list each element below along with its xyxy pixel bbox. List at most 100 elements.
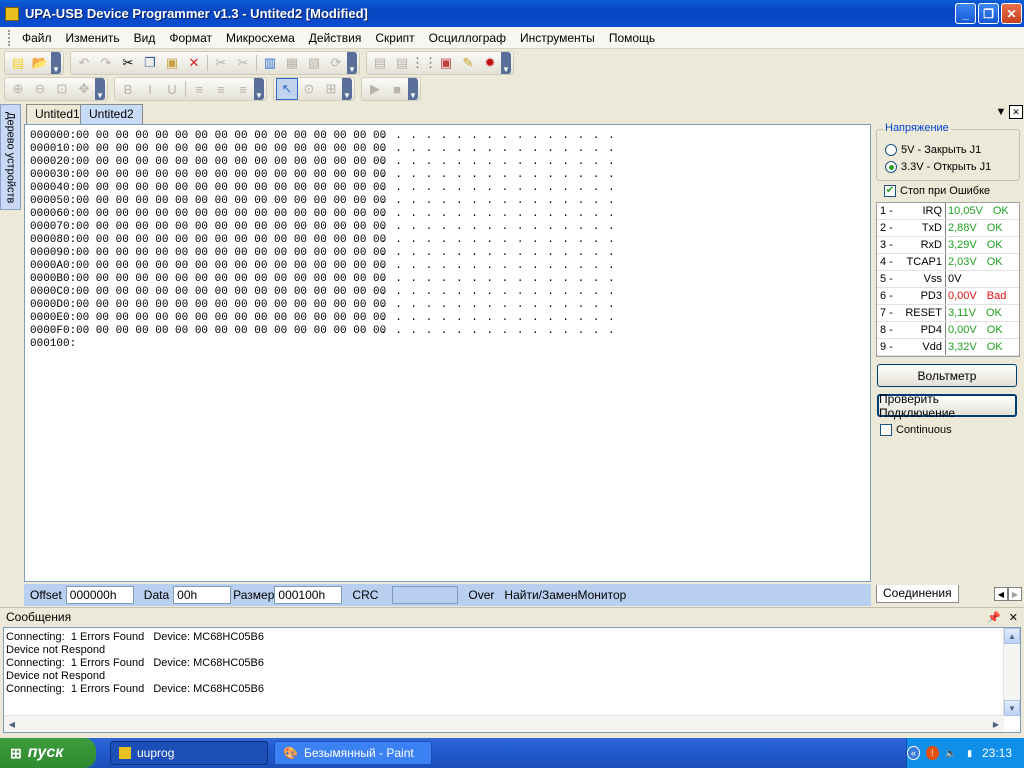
italic-icon[interactable]: I — [139, 78, 161, 100]
minimize-button[interactable]: _ — [955, 3, 976, 24]
scroll-up-icon[interactable]: ▲ — [1004, 628, 1020, 644]
pin-icon[interactable]: 📌 — [987, 611, 1001, 624]
cut-icon[interactable]: ✂ — [117, 52, 139, 74]
cut-block-2-icon[interactable]: ✂ — [232, 52, 254, 74]
stop-on-error-option[interactable]: ✔ Стоп при Ошибке — [884, 185, 990, 197]
size-field[interactable]: 000100h — [274, 586, 343, 604]
scroll-left-icon[interactable]: ◀ — [4, 716, 20, 732]
taskbar-item-paint[interactable]: 🎨 Безымянный - Paint — [274, 741, 432, 765]
open-folder-icon[interactable]: 📂 — [29, 52, 51, 74]
paste-icon[interactable]: ▣ — [161, 52, 183, 74]
tab-untited2[interactable]: Untited2 — [80, 104, 143, 124]
taskbar-item-uuprog[interactable]: uuprog — [110, 741, 268, 765]
voltmeter-button[interactable]: Вольтметр — [877, 364, 1017, 387]
start-button[interactable]: ⊞ пуск — [0, 738, 96, 768]
zoom-select-icon[interactable]: ⊙ — [298, 78, 320, 100]
refresh-icon[interactable]: ⟳ — [325, 52, 347, 74]
stop-on-error-checkbox[interactable]: ✔ — [884, 185, 896, 197]
pin-row: 2 - TxD 2,88V OK — [877, 220, 1019, 237]
underline-icon[interactable]: U — [161, 78, 183, 100]
play-icon[interactable]: ▶ — [364, 78, 386, 100]
align-right-icon[interactable]: ≡ — [232, 78, 254, 100]
menu-view[interactable]: Вид — [127, 31, 163, 45]
voltage-5v-label: 5V - Закрыть J1 — [901, 144, 982, 156]
scroll-right-icon[interactable]: ▶ — [988, 716, 1004, 732]
messages-horizontal-scrollbar[interactable]: ◀ ▶ — [4, 715, 1004, 732]
continuous-label: Continuous — [896, 424, 952, 436]
tab-connections[interactable]: Соединения — [876, 585, 959, 603]
menu-format[interactable]: Формат — [162, 31, 219, 45]
menu-chip[interactable]: Микросхема — [219, 31, 302, 45]
menu-script[interactable]: Скрипт — [368, 31, 421, 45]
zoom-in-icon[interactable]: ⊕ — [7, 78, 29, 100]
chip-read-icon[interactable]: ▤ — [369, 52, 391, 74]
stop-icon[interactable]: ■ — [386, 78, 408, 100]
tab-scroll-left-icon[interactable]: ◀ — [994, 587, 1008, 601]
toolbar-overflow-icon[interactable]: ▼ — [51, 52, 61, 74]
close-button[interactable]: ✕ — [1001, 3, 1022, 24]
check-connection-button[interactable]: Проверить Подключение — [877, 392, 1017, 420]
messages-vertical-scrollbar[interactable]: ▲ ▼ — [1003, 628, 1020, 716]
tab-close-icon[interactable]: ✕ — [1009, 105, 1023, 119]
data-field[interactable]: 00h — [173, 586, 232, 604]
scroll-down-icon[interactable]: ▼ — [1004, 700, 1020, 716]
voltage-5v-option[interactable]: 5V - Закрыть J1 — [885, 144, 981, 156]
continuous-checkbox[interactable] — [880, 424, 892, 436]
find-replace-tab[interactable]: Найти/Замен — [498, 588, 577, 602]
hex-editor[interactable]: 000000:00 00 00 00 00 00 00 00 00 00 00 … — [24, 124, 871, 582]
monitor-tab[interactable]: Монитор — [577, 588, 626, 602]
redo-icon[interactable]: ↷ — [95, 52, 117, 74]
voltage-33v-option[interactable]: 3.3V - Открыть J1 — [885, 161, 991, 173]
radio-5v[interactable] — [885, 144, 897, 156]
messages-close-icon[interactable]: ✕ — [1009, 611, 1018, 624]
menu-file[interactable]: Файл — [15, 31, 59, 45]
tab-list-chevron-icon[interactable]: ▼ — [994, 105, 1008, 119]
measure-icon[interactable]: ⊞ — [320, 78, 342, 100]
toolbar-overflow-7-icon[interactable]: ▼ — [408, 78, 418, 100]
delete-icon[interactable]: ✕ — [183, 52, 205, 74]
messages-pane[interactable]: Connecting: 1 Errors Found Device: MC68H… — [3, 627, 1021, 733]
toolbar-overflow-2-icon[interactable]: ▼ — [347, 52, 357, 74]
network-icon[interactable]: ▮ — [963, 746, 976, 760]
grid-icon[interactable]: ⋮⋮ — [411, 52, 437, 74]
chip-config-icon[interactable]: ▣ — [435, 52, 457, 74]
menu-grip[interactable] — [8, 29, 11, 46]
menu-tools[interactable]: Инструменты — [513, 31, 602, 45]
fill-icon[interactable]: ▦ — [281, 52, 303, 74]
align-left-icon[interactable]: ≡ — [188, 78, 210, 100]
align-center-icon[interactable]: ≡ — [210, 78, 232, 100]
menu-edit[interactable]: Изменить — [59, 31, 127, 45]
bold-icon[interactable]: B — [117, 78, 139, 100]
zoom-out-icon[interactable]: ⊖ — [29, 78, 51, 100]
maximize-button[interactable]: ❐ — [978, 3, 999, 24]
volume-icon[interactable]: 🔈 — [945, 746, 958, 760]
continuous-option[interactable]: Continuous — [880, 424, 952, 436]
script-icon[interactable]: ✎ — [457, 52, 479, 74]
copy-icon[interactable]: ❐ — [139, 52, 161, 74]
device-tree-tab[interactable]: Дерево устройств — [0, 104, 21, 210]
tab-scroll-right-icon[interactable]: ▶ — [1008, 587, 1022, 601]
bug-icon[interactable]: ✹ — [479, 52, 501, 74]
move-icon[interactable]: ✥ — [73, 78, 95, 100]
crc-field[interactable] — [392, 586, 459, 604]
clock[interactable]: 23:13 — [982, 746, 1012, 760]
radio-33v[interactable] — [885, 161, 897, 173]
fit-icon[interactable]: ⊡ — [51, 78, 73, 100]
warning-icon[interactable]: ! — [925, 746, 939, 760]
toolbar-overflow-5-icon[interactable]: ▼ — [254, 78, 264, 100]
menu-actions[interactable]: Действия — [302, 31, 369, 45]
tray-expand-icon[interactable]: « — [906, 746, 920, 760]
undo-icon[interactable]: ↶ — [73, 52, 95, 74]
menu-oscilloscope[interactable]: Осциллограф — [422, 31, 513, 45]
toolbar-overflow-4-icon[interactable]: ▼ — [95, 78, 105, 100]
menu-help[interactable]: Помощь — [602, 31, 662, 45]
chip-write-icon[interactable]: ▤ — [391, 52, 413, 74]
toolbar-overflow-3-icon[interactable]: ▼ — [501, 52, 511, 74]
document-icon[interactable]: ▥ — [259, 52, 281, 74]
offset-field[interactable]: 000000h — [65, 586, 134, 604]
new-file-icon[interactable]: ▤ — [7, 52, 29, 74]
pointer-icon[interactable]: ↖ — [276, 78, 298, 100]
toolbar-overflow-6-icon[interactable]: ▼ — [342, 78, 352, 100]
binary-icon[interactable]: ▧ — [303, 52, 325, 74]
cut-block-icon[interactable]: ✂ — [210, 52, 232, 74]
